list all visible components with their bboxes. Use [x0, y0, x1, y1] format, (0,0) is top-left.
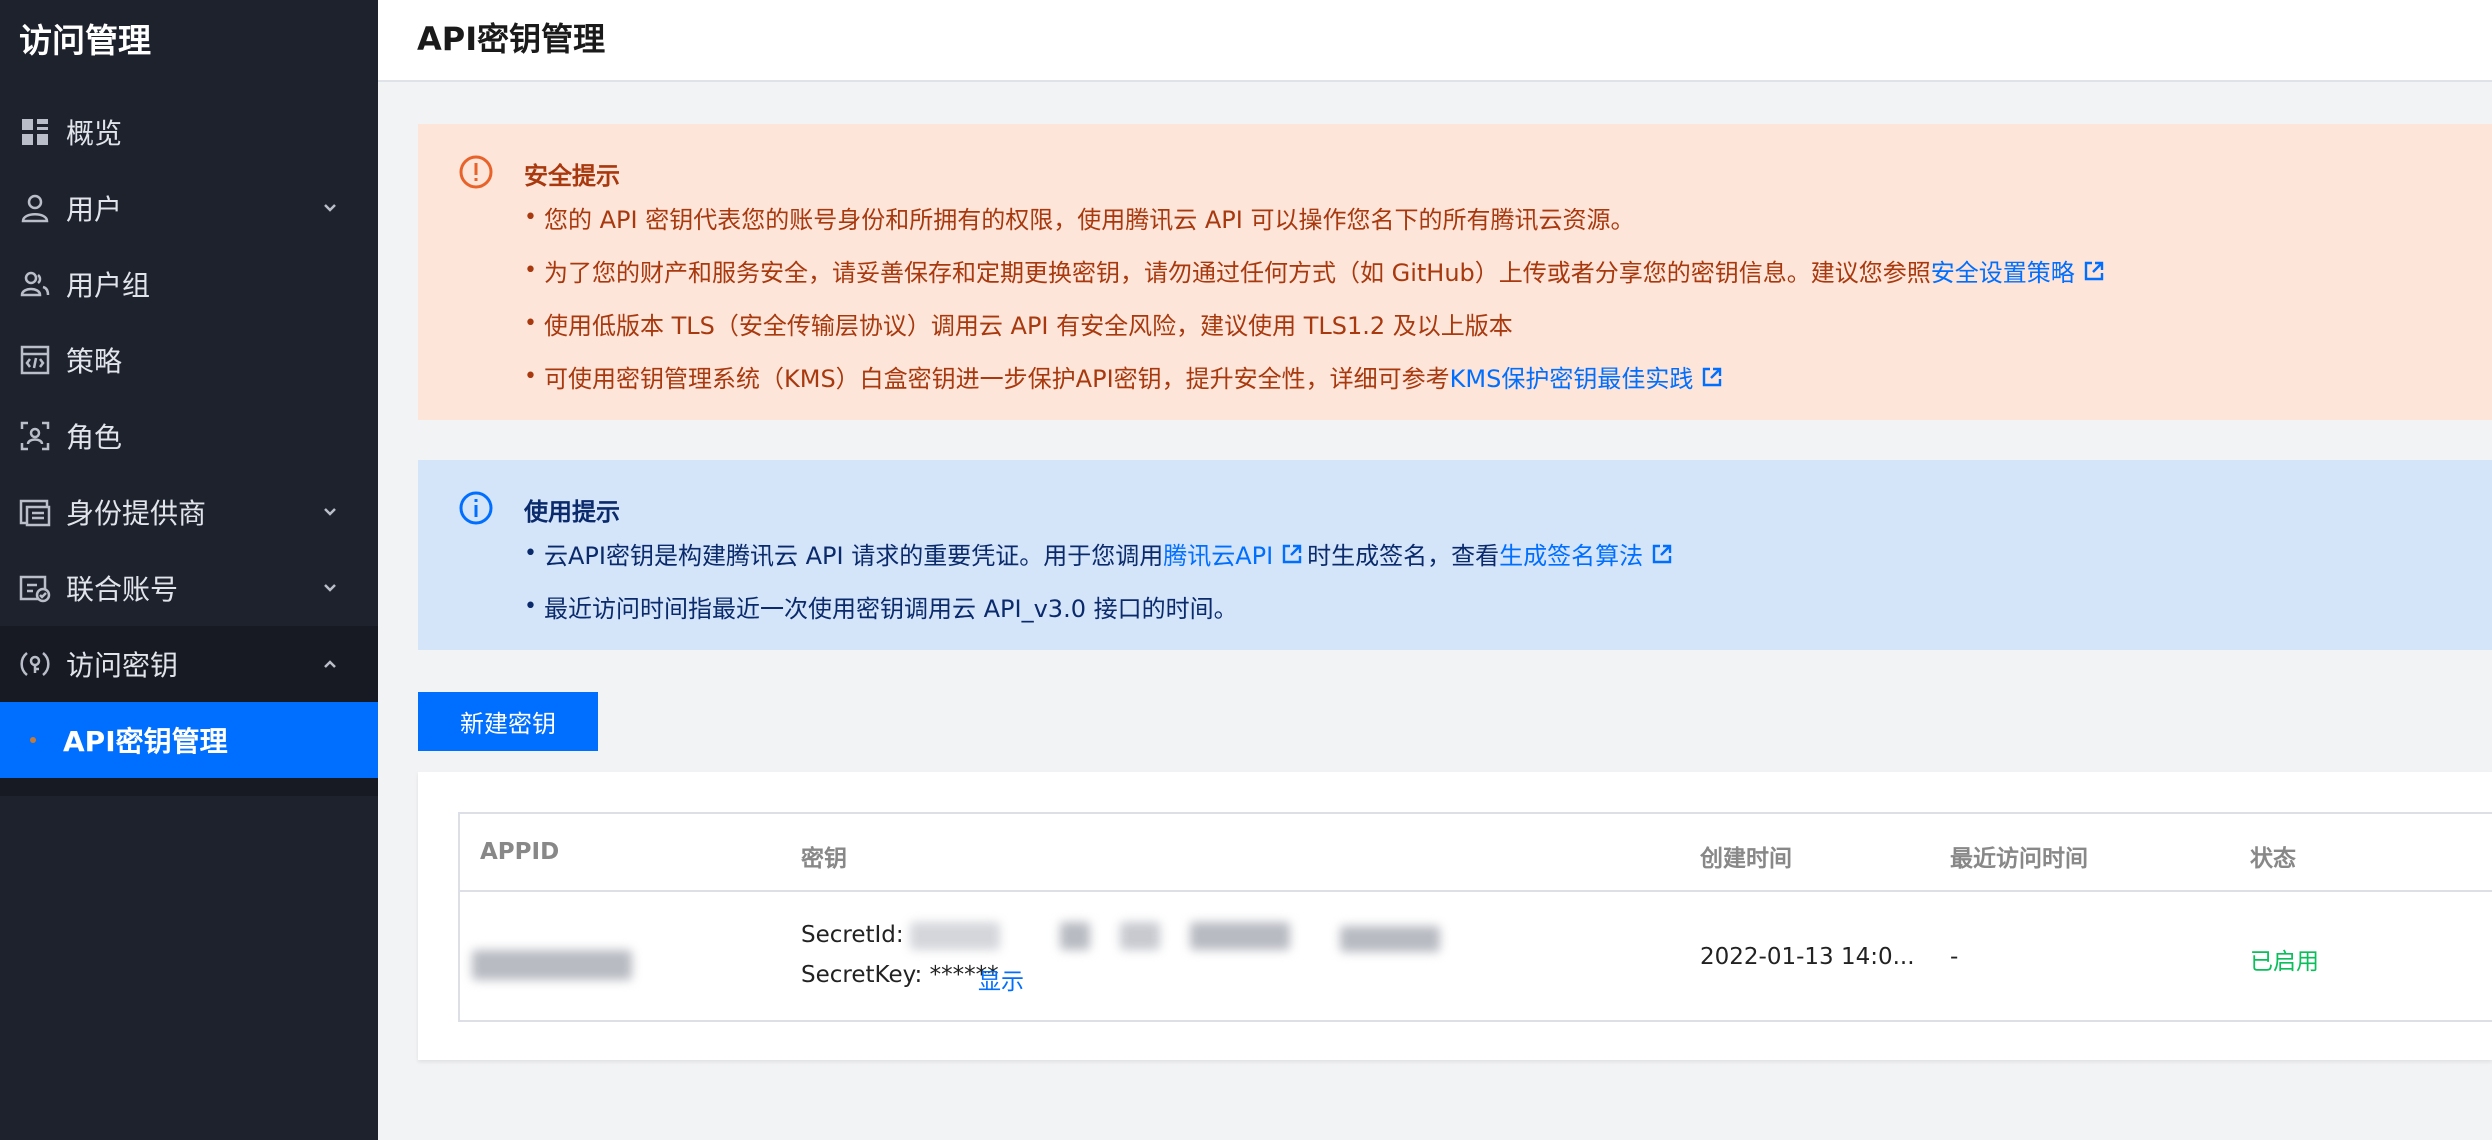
user-icon [18, 191, 52, 225]
secret-id-redacted [1340, 926, 1440, 952]
sidebar-item-label: 联合账号 [66, 573, 179, 606]
key-table: APPID 密钥 创建时间 最近访问时间 状态 SecretId: Secret… [458, 812, 2492, 1022]
link-text[interactable]: KMS保护密钥最佳实践 [1450, 359, 1694, 394]
alert-title: 安全提示 [524, 162, 620, 190]
alert-line: • 可使用密钥管理系统（KMS）白盒密钥进一步保护API密钥，提升安全性，详细可… [524, 359, 1727, 394]
alert-text: 使用低版本 TLS（安全传输层协议）调用云 API 有安全风险，建议使用 TLS… [544, 312, 1513, 340]
external-link-icon [1282, 544, 1302, 563]
info-icon [459, 491, 493, 525]
page-header: API密钥管理 [378, 0, 2492, 82]
chevron-down-icon[interactable] [318, 500, 342, 524]
federated-account-icon [18, 571, 52, 605]
link-text[interactable]: 安全设置策略 [1931, 253, 2075, 288]
alert-line: • 使用低版本 TLS（安全传输层协议）调用云 API 有安全风险，建议使用 T… [524, 306, 1513, 341]
page-title: API密钥管理 [417, 20, 606, 58]
sidebar-title: 访问管理 [19, 21, 151, 60]
alert-text: 可使用密钥管理系统（KMS）白盒密钥进一步保护API密钥，提升安全性，详细可参考 [544, 365, 1450, 393]
appid-redacted [472, 950, 632, 980]
tips-text: 云API密钥是构建腾讯云 API 请求的重要凭证。用于您调用 [544, 542, 1164, 570]
bullet: • [524, 311, 537, 336]
sidebar: 访问管理 概览 用户 用户组 策略 角色 身份提供商 联合账号 访问密钥 API… [0, 0, 378, 1140]
secret-id-label: SecretId: [801, 922, 904, 948]
status-badge: 已启用 [2250, 949, 2319, 975]
sidebar-item-label: 概览 [66, 117, 123, 150]
column-header-last-access: 最近访问时间 [1950, 846, 2088, 872]
alert-line: • 您的 API 密钥代表您的账号身份和所拥有的权限，使用腾讯云 API 可以操… [524, 200, 1634, 235]
sidebar-item-federated-accounts[interactable]: 联合账号 [0, 550, 378, 626]
chevron-down-icon[interactable] [318, 576, 342, 600]
sidebar-item-label: 策略 [66, 345, 123, 378]
bullet: • [524, 205, 537, 230]
created-time: 2022-01-13 14:0... [1700, 944, 1915, 970]
tips-text: 最近访问时间指最近一次使用密钥调用云 API_v3.0 接口的时间。 [544, 595, 1238, 623]
user-group-icon [18, 267, 52, 301]
secret-key-label: SecretKey: ****** [801, 962, 999, 988]
secret-id-redacted [1060, 922, 1090, 950]
grid-icon [18, 115, 52, 149]
alert-line: • 为了您的财产和服务安全，请妥善保存和定期更换密钥，请勿通过任何方式（如 Gi… [524, 253, 2109, 288]
sidebar-item-policies[interactable]: 策略 [0, 322, 378, 398]
chevron-up-icon[interactable] [318, 652, 342, 676]
sidebar-item-api-key-management[interactable]: API密钥管理 [0, 702, 378, 778]
sidebar-item-user-groups[interactable]: 用户组 [0, 246, 378, 322]
bullet: • [524, 258, 537, 283]
tips-line: • 云API密钥是构建腾讯云 API 请求的重要凭证。用于您调用 腾讯云API … [524, 536, 1677, 571]
sidebar-item-identity-providers[interactable]: 身份提供商 [0, 474, 378, 550]
sidebar-item-label: 身份提供商 [66, 497, 207, 530]
sidebar-item-roles[interactable]: 角色 [0, 398, 378, 474]
alert-text: 您的 API 密钥代表您的账号身份和所拥有的权限，使用腾讯云 API 可以操作您… [544, 206, 1635, 234]
secret-id-redacted [1120, 922, 1160, 950]
active-dot [30, 737, 36, 743]
sidebar-item-label: API密钥管理 [63, 725, 228, 758]
security-policy-link[interactable]: 安全设置策略 [1931, 253, 2109, 288]
role-icon [18, 419, 52, 453]
tencent-cloud-api-link[interactable]: 腾讯云API [1163, 536, 1307, 571]
external-link-icon [1652, 544, 1672, 563]
signature-algorithm-link[interactable]: 生成签名算法 [1499, 536, 1677, 571]
bullet: • [524, 364, 537, 389]
external-link-icon [2084, 261, 2103, 280]
key-table-card: APPID 密钥 创建时间 最近访问时间 状态 SecretId: Secret… [418, 772, 2492, 1060]
warning-icon [459, 155, 493, 189]
column-header-created: 创建时间 [1700, 846, 1792, 872]
bullet: • [524, 594, 537, 619]
secret-id-redacted [1190, 922, 1290, 950]
sidebar-item-label: 用户组 [66, 269, 151, 302]
table-header: APPID 密钥 创建时间 最近访问时间 状态 [460, 814, 2492, 892]
bullet: • [524, 541, 537, 566]
column-header-status: 状态 [2250, 846, 2296, 872]
kms-best-practice-link[interactable]: KMS保护密钥最佳实践 [1450, 359, 1728, 394]
tips-text: 时生成签名，查看 [1307, 542, 1500, 570]
policy-icon [18, 343, 52, 377]
chevron-down-icon[interactable] [318, 196, 342, 220]
identity-provider-icon [18, 495, 52, 529]
security-alert: 安全提示 • 您的 API 密钥代表您的账号身份和所拥有的权限，使用腾讯云 AP… [418, 124, 2492, 420]
column-header-appid: APPID [480, 839, 560, 865]
alert-text: 为了您的财产和服务安全，请妥善保存和定期更换密钥，请勿通过任何方式（如 GitH… [544, 259, 1931, 287]
secret-id-redacted [910, 922, 1000, 950]
new-key-button[interactable]: 新建密钥 [418, 692, 598, 751]
usage-tips: 使用提示 • 云API密钥是构建腾讯云 API 请求的重要凭证。用于您调用 腾讯… [418, 460, 2492, 650]
sidebar-item-users[interactable]: 用户 [0, 170, 378, 246]
tips-line: • 最近访问时间指最近一次使用密钥调用云 API_v3.0 接口的时间。 [524, 589, 1238, 624]
sidebar-item-overview[interactable]: 概览 [0, 94, 378, 170]
sidebar-item-label: 访问密钥 [66, 649, 179, 682]
tips-title: 使用提示 [524, 498, 620, 526]
access-key-icon [18, 647, 52, 681]
sidebar-item-label: 角色 [66, 421, 123, 454]
column-header-key: 密钥 [801, 846, 847, 872]
last-access-time: - [1950, 944, 1959, 970]
sidebar-item-label: 用户 [66, 193, 123, 226]
link-text[interactable]: 生成签名算法 [1499, 536, 1643, 571]
link-text[interactable]: 腾讯云API [1163, 536, 1273, 571]
show-secret-key-link[interactable]: 显示 [978, 962, 1024, 996]
external-link-icon [1703, 367, 1722, 386]
sidebar-item-access-keys[interactable]: 访问密钥 [0, 626, 378, 702]
